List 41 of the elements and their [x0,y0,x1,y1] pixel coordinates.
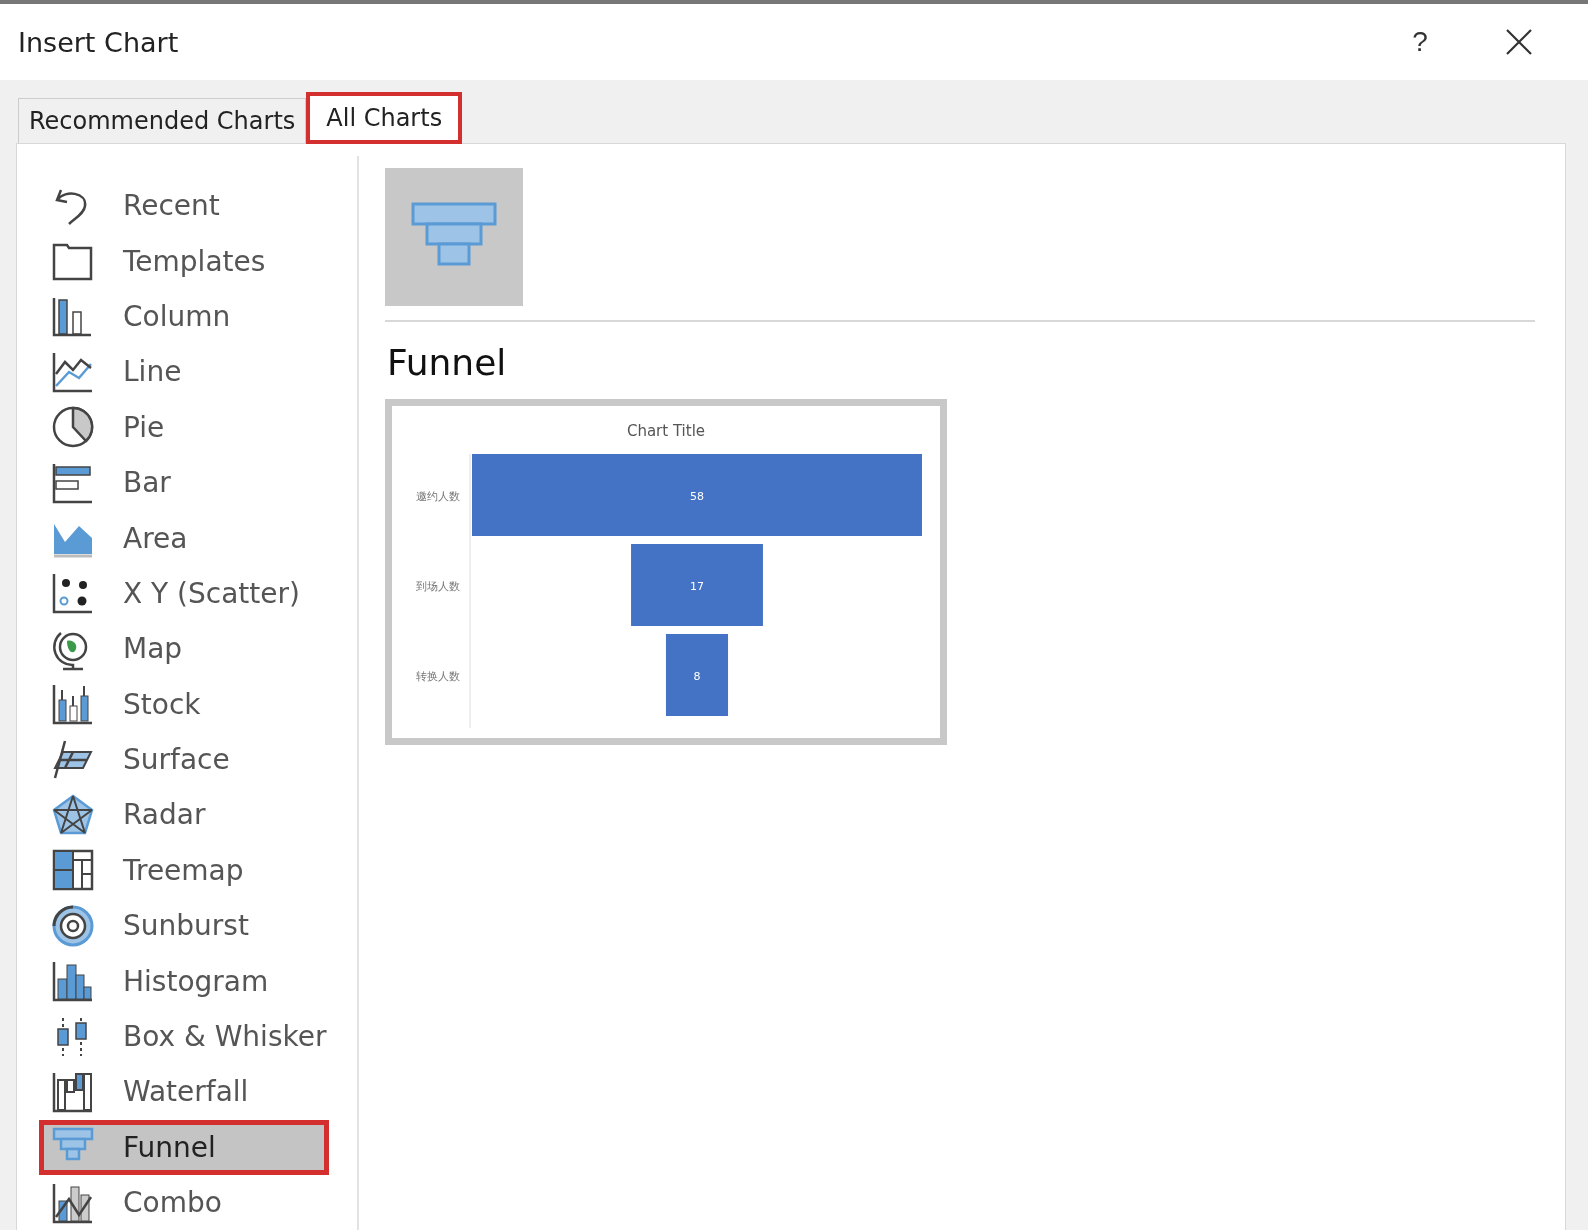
data-label: 17 [690,580,704,593]
sunburst-icon [51,903,95,948]
chart-type-item[interactable]: Bar [39,454,329,511]
close-icon[interactable] [1504,27,1534,57]
chart-type-item[interactable]: Histogram [39,953,329,1009]
category-label: 到场人数 [416,580,460,593]
chart-type-item[interactable]: Sunburst [39,898,329,954]
chart-type-item[interactable]: Treemap [39,842,329,899]
window-title: Insert Chart [18,26,180,58]
category-label: 转换人数 [416,670,460,683]
category-label: 邀约人数 [416,490,460,503]
chart-type-item[interactable]: Column [39,288,329,345]
data-label: 58 [690,490,704,503]
chart-type-item[interactable]: Radar [39,787,329,843]
stock-chart-icon [51,682,95,727]
chart-type-item[interactable]: Waterfall [39,1064,329,1120]
chart-type-item[interactable]: Pie [39,399,329,455]
chart-type-item[interactable]: Area [39,510,329,566]
chart-type-item[interactable]: X Y (Scatter) [39,565,329,622]
chart-type-item[interactable]: Line [39,344,329,400]
histogram-icon [51,959,95,1004]
chart-type-item[interactable]: Combo [39,1175,329,1230]
chart-type-item[interactable]: Templates [39,233,329,289]
chart-type-heading: Funnel [387,342,508,383]
radar-chart-icon [51,793,95,837]
pie-chart-icon [51,405,95,450]
chart-title: Chart Title [626,422,706,440]
tab[interactable]: All Charts [306,92,463,144]
chart-preview[interactable]: Chart Title 邀约人数 58 到场人数 17 转换人数 8 [385,399,947,745]
chart-type-item[interactable]: Surface [39,731,329,788]
data-label: 8 [693,670,701,683]
chart-type-item[interactable]: Box & Whisker [39,1008,329,1065]
scatter-chart-icon [51,571,95,616]
chart-type-item[interactable]: Funnel [39,1119,329,1176]
chart-type-item[interactable]: Map [39,621,329,677]
treemap-icon [51,848,95,893]
help-button[interactable]: ? [1390,25,1450,59]
chart-thumbnail[interactable] [385,168,523,306]
chart-type-item[interactable]: Recent [39,178,329,234]
chart-type-item[interactable]: Stock [39,676,329,732]
tab[interactable]: Recommended Charts [18,98,307,143]
